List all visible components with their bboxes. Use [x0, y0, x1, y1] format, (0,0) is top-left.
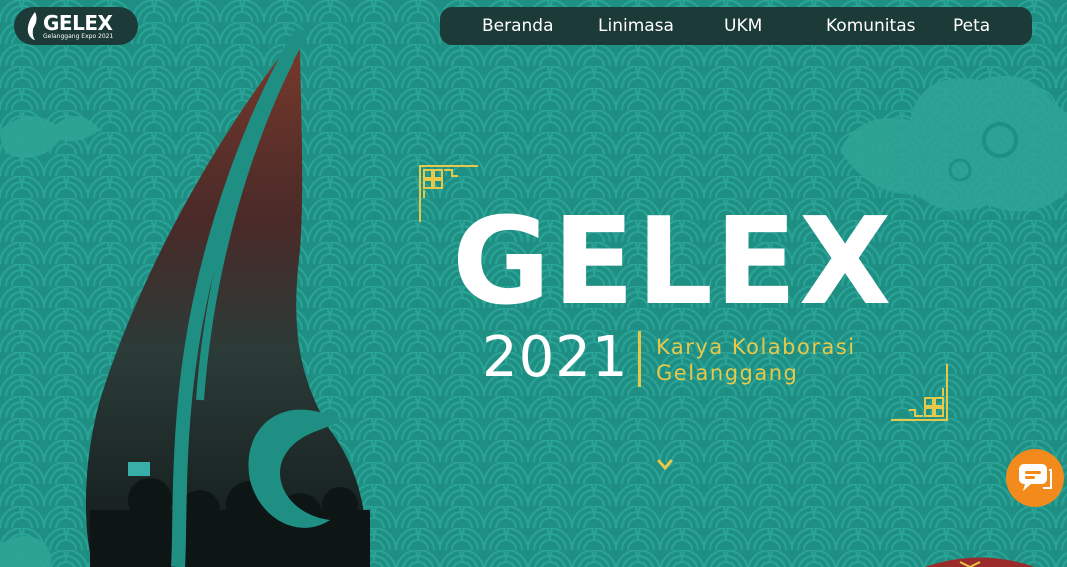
chevron-down-icon[interactable]: [656, 458, 674, 472]
corner-ornament-bottom-right: [891, 364, 948, 421]
tagline-line-1: Karya Kolaborasi: [656, 335, 856, 359]
year-divider: [638, 331, 641, 387]
hero-title: GELEX: [452, 193, 894, 332]
logo-title: GELEX: [43, 10, 113, 35]
nav-item-linimasa[interactable]: Linimasa: [598, 16, 674, 36]
flame-logo-icon: [27, 12, 37, 40]
main-navigation: Beranda Linimasa UKM Komunitas Peta: [440, 7, 1032, 45]
tagline-line-2: Gelanggang: [656, 361, 799, 385]
nav-item-komunitas[interactable]: Komunitas: [826, 16, 915, 36]
nav-item-beranda[interactable]: Beranda: [482, 16, 554, 36]
chat-button[interactable]: [1006, 449, 1064, 507]
nav-item-peta[interactable]: Peta: [953, 16, 990, 36]
gelex-logo[interactable]: GELEX Gelanggang Expo 2021: [14, 7, 138, 45]
nav-item-ukm[interactable]: UKM: [724, 16, 762, 36]
hero-year: 2021: [482, 325, 629, 390]
hero-tagline: Karya Kolaborasi Gelanggang: [656, 334, 856, 386]
logo-subtitle: Gelanggang Expo 2021: [43, 32, 114, 40]
chat-icon: [1019, 464, 1052, 491]
